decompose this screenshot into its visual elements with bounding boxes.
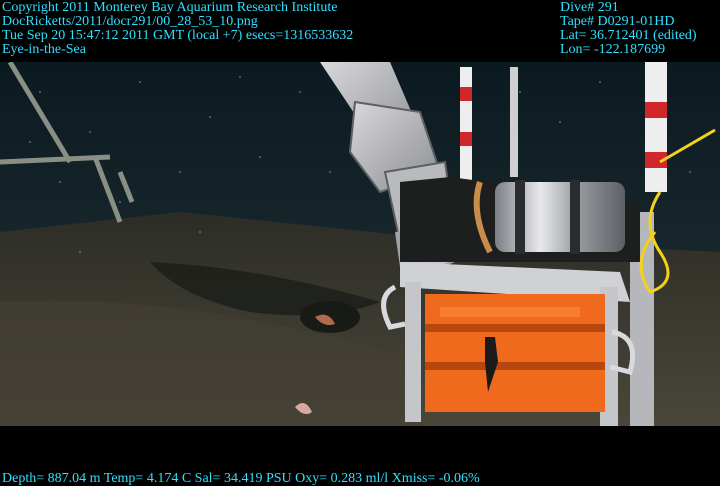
overlay-dive-number: Dive# 291 <box>560 0 619 15</box>
overlay-latitude: Lat= 36.712401 (edited) <box>560 28 697 43</box>
overlay-image-path: DocRicketts/2011/docr291/00_28_53_10.png <box>2 14 258 29</box>
orange-crate <box>425 294 605 412</box>
overlay-longitude: Lon= -122.187699 <box>560 42 666 57</box>
pressure-housing <box>473 180 625 254</box>
marker-pole <box>460 67 472 187</box>
overlay-sensor-readout: Depth= 887.04 m Temp= 4.174 C Sal= 34.41… <box>2 471 480 486</box>
camera-frame: Copyright 2011 Monterey Bay Aquarium Res… <box>0 0 720 486</box>
deep-sea-scene <box>0 62 720 426</box>
overlay-tape-number: Tape# D0291-01HD <box>560 14 675 29</box>
marker-pole <box>645 62 667 192</box>
overlay-copyright: Copyright 2011 Monterey Bay Aquarium Res… <box>2 0 338 15</box>
overlay-timestamp: Tue Sep 20 15:47:12 2011 GMT (local +7) … <box>2 28 354 43</box>
marker-pole <box>510 67 518 177</box>
overlay-camera-name: Eye-in-the-Sea <box>2 42 86 57</box>
